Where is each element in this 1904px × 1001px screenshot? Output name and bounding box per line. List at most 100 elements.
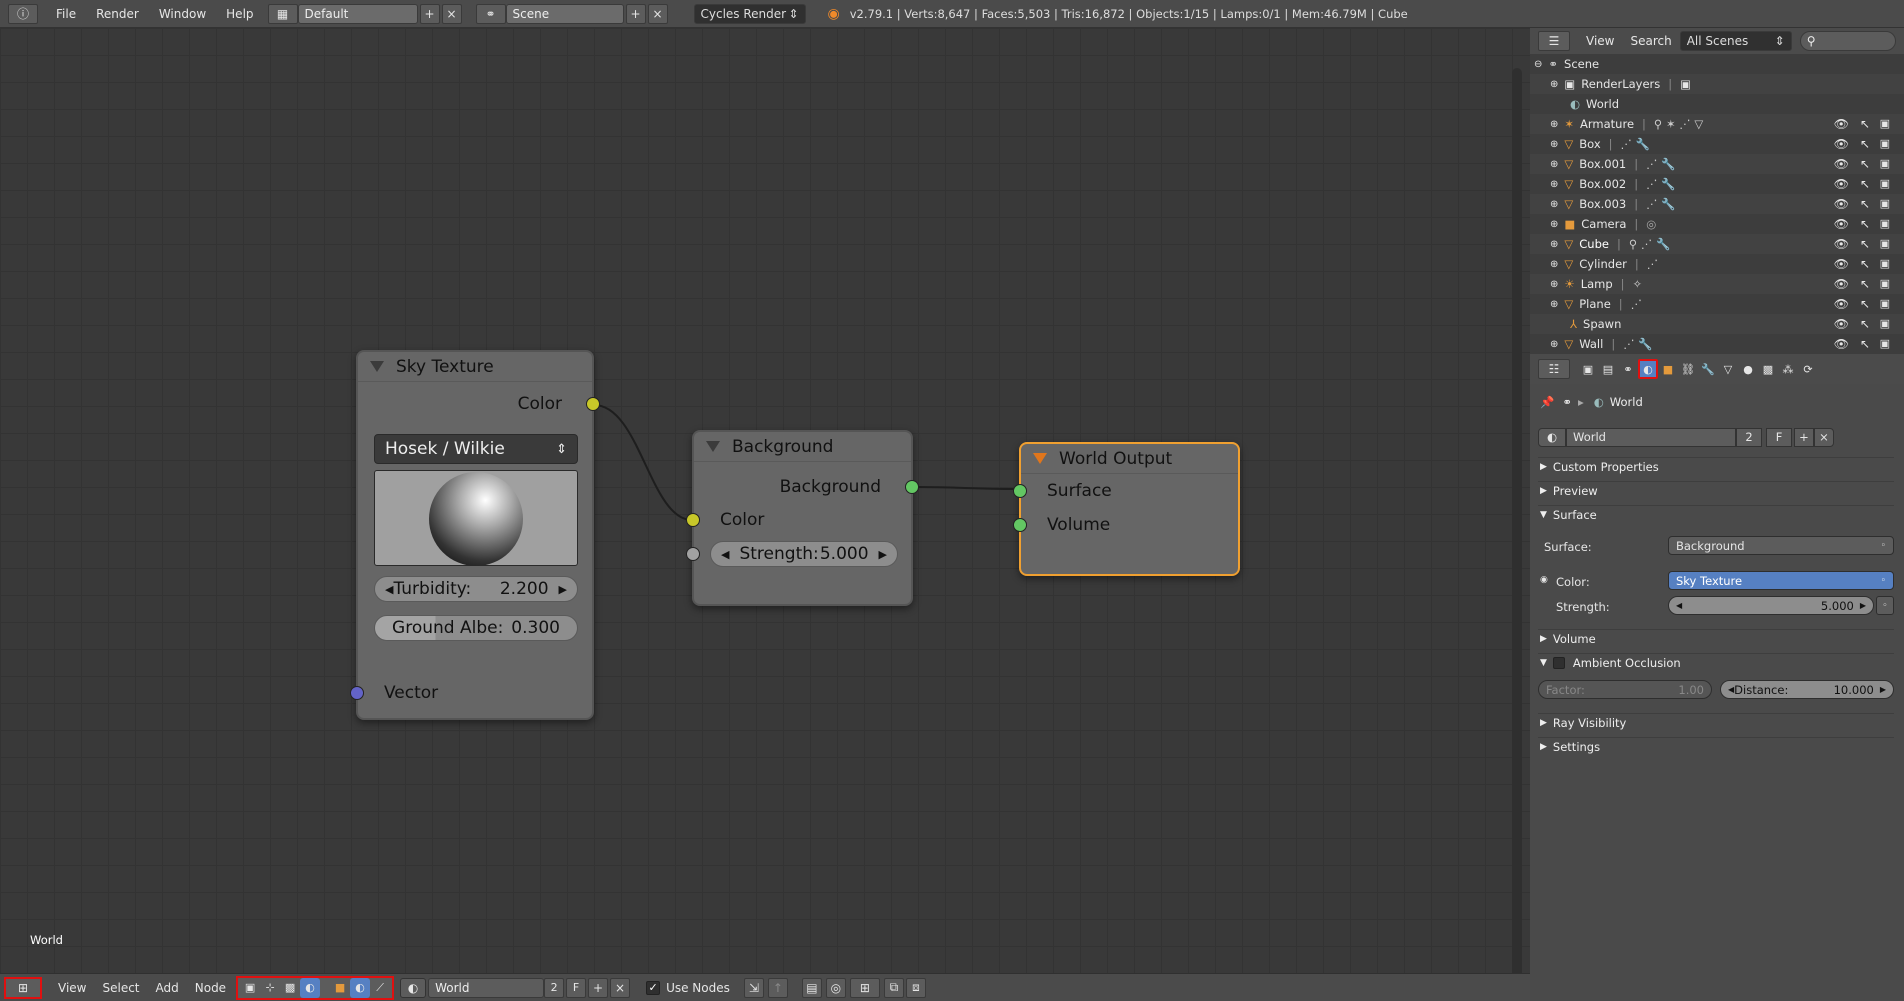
expand-icon[interactable]: ⊕ xyxy=(1550,279,1558,290)
outliner-row-box[interactable]: ⊕ ▽ Box | ⋰ 🔧 👁 ↖ ▣ xyxy=(1530,134,1904,154)
data-tab-icon[interactable]: ▽ xyxy=(1718,359,1738,379)
unlink-world-icon[interactable]: × xyxy=(1814,427,1834,447)
remove-layout-icon[interactable]: × xyxy=(441,3,462,24)
increment-arrow-icon[interactable]: ▶ xyxy=(1880,685,1886,694)
outliner-row-box001[interactable]: ⊕ ▽ Box.001 | ⋰ 🔧 👁 ↖ ▣ xyxy=(1530,154,1904,174)
render-camera-icon[interactable]: ▣ xyxy=(1880,277,1890,290)
selectable-cursor-icon[interactable]: ↖ xyxy=(1860,297,1870,311)
copy-icon[interactable]: ⧉ xyxy=(883,977,904,998)
new-world-icon[interactable]: + xyxy=(1794,427,1814,447)
selectable-cursor-icon[interactable]: ↖ xyxy=(1860,137,1870,151)
panel-ambient-occlusion[interactable]: ▼ Ambient Occlusion xyxy=(1540,653,1892,673)
visibility-eye-icon[interactable]: 👁 xyxy=(1834,177,1849,191)
panel-custom-properties[interactable]: ▶ Custom Properties xyxy=(1540,457,1892,477)
outliner-row-wall[interactable]: ⊕ ▽ Wall | ⋰ 🔧 👁 ↖ ▣ xyxy=(1530,334,1904,354)
selectable-cursor-icon[interactable]: ↖ xyxy=(1860,277,1870,291)
visibility-eye-icon[interactable]: 👁 xyxy=(1834,217,1849,231)
sky-node-header[interactable]: Sky Texture xyxy=(358,352,592,382)
increment-arrow-icon[interactable]: ▶ xyxy=(559,583,567,596)
add-layout-icon[interactable]: + xyxy=(419,3,440,24)
render-camera-icon[interactable]: ▣ xyxy=(1880,257,1890,270)
world-shader-icon[interactable]: ◐ xyxy=(300,977,321,998)
outliner-row-cube[interactable]: ⊕ ▽ Cube | ⚲ ⋰ 🔧 👁 ↖ ▣ xyxy=(1530,234,1904,254)
modifiers-tab-icon[interactable]: 🔧 xyxy=(1698,359,1718,379)
expand-icon[interactable]: ⊕ xyxy=(1550,79,1558,90)
world-browse-icon[interactable]: ◐ xyxy=(400,977,427,998)
expand-icon[interactable]: ⊕ xyxy=(1550,139,1558,150)
ambient-occlusion-checkbox[interactable] xyxy=(1552,657,1565,669)
scene-icon[interactable]: ⚭ xyxy=(475,3,506,24)
parent-icon[interactable]: ↑ xyxy=(767,977,788,998)
visibility-eye-icon[interactable]: 👁 xyxy=(1834,317,1849,331)
color-socket-icon[interactable]: ◉ xyxy=(1540,575,1548,585)
render-camera-icon[interactable]: ▣ xyxy=(1880,137,1890,150)
vertical-scrollbar[interactable] xyxy=(1512,68,1522,978)
render-camera-icon[interactable]: ▣ xyxy=(1880,157,1890,170)
render-camera-icon[interactable]: ▣ xyxy=(1880,117,1890,130)
visibility-eye-icon[interactable]: 👁 xyxy=(1834,337,1849,351)
strength-slider[interactable]: ◀ 5.000 ▶ xyxy=(1668,596,1874,615)
snap-icon[interactable]: ◎ xyxy=(825,977,846,998)
strength-link-icon[interactable]: ◦ xyxy=(1876,596,1894,615)
turbidity-field[interactable]: ◀ Turbidity: 2.200 ▶ xyxy=(374,576,578,602)
outliner-row-spawn[interactable]: ⅄ Spawn 👁 ↖ ▣ xyxy=(1530,314,1904,334)
line-style-icon[interactable]: ⟋ xyxy=(370,978,390,998)
outliner-search-input[interactable]: ⚲ xyxy=(1799,31,1896,51)
increment-arrow-icon[interactable]: ▶ xyxy=(879,548,887,561)
menu-help[interactable]: Help xyxy=(216,4,263,24)
add-scene-icon[interactable]: + xyxy=(625,3,646,24)
selectable-cursor-icon[interactable]: ↖ xyxy=(1860,337,1870,351)
outliner-row-cylinder[interactable]: ⊕ ▽ Cylinder | ⋰ 👁 ↖ ▣ xyxy=(1530,254,1904,274)
render-tab-icon[interactable]: ▣ xyxy=(1578,359,1598,379)
compositing-icon[interactable]: ⊹ xyxy=(260,978,280,998)
sky-model-dropdown[interactable]: Hosek / Wilkie ⇕ xyxy=(374,434,578,464)
material-tab-icon[interactable]: ● xyxy=(1738,359,1758,379)
texture-icon[interactable]: ▩ xyxy=(280,978,300,998)
background-color-input-socket[interactable] xyxy=(686,513,700,527)
layout-grid-icon[interactable]: ▦ xyxy=(267,3,298,24)
background-strength-field[interactable]: ◀ Strength: 5.000 ▶ xyxy=(710,541,898,567)
display-mode-dropdown[interactable]: All Scenes ⇕ xyxy=(1679,31,1792,51)
visibility-eye-icon[interactable]: 👁 xyxy=(1834,297,1849,311)
selectable-cursor-icon[interactable]: ↖ xyxy=(1860,237,1870,251)
background-node-header[interactable]: Background xyxy=(694,432,911,462)
panel-surface[interactable]: ▼ Surface xyxy=(1540,505,1892,525)
expand-icon[interactable]: ⊕ xyxy=(1550,299,1558,310)
expand-icon[interactable]: ⊕ xyxy=(1550,219,1558,230)
outliner-row-armature[interactable]: ⊕ ✶ Armature | ⚲ ✶ ⋰ ▽ 👁 ↖ ▣ xyxy=(1530,114,1904,134)
remove-scene-icon[interactable]: × xyxy=(647,3,668,24)
background-strength-input-socket[interactable] xyxy=(686,547,700,561)
editor-type-outliner-icon[interactable]: ☰ xyxy=(1538,31,1570,51)
output-node-header[interactable]: World Output xyxy=(1021,444,1238,474)
outliner-row-box003[interactable]: ⊕ ▽ Box.003 | ⋰ 🔧 👁 ↖ ▣ xyxy=(1530,194,1904,214)
physics-tab-icon[interactable]: ⟳ xyxy=(1798,359,1818,379)
outliner-row-world[interactable]: ◐ World xyxy=(1530,94,1904,114)
visibility-eye-icon[interactable]: 👁 xyxy=(1834,257,1849,271)
selectable-cursor-icon[interactable]: ↖ xyxy=(1860,217,1870,231)
selectable-cursor-icon[interactable]: ↖ xyxy=(1860,177,1870,191)
outliner-row-renderlayers[interactable]: ⊕ ▣ RenderLayers | ▣ xyxy=(1530,74,1904,94)
render-camera-icon[interactable]: ▣ xyxy=(1880,337,1890,350)
menu-select[interactable]: Select xyxy=(94,981,147,995)
world-tab-icon[interactable]: ◐ xyxy=(1638,359,1658,379)
surface-shader-dropdown[interactable]: Background ◦ xyxy=(1668,536,1894,555)
object-shader-icon[interactable]: ▣ xyxy=(240,978,260,998)
expand-icon[interactable]: ⊕ xyxy=(1550,239,1558,250)
snap-element-icon[interactable]: ⊞ xyxy=(849,977,880,998)
backdrop-icon[interactable]: ▤ xyxy=(801,977,822,998)
visibility-eye-icon[interactable]: 👁 xyxy=(1834,277,1849,291)
world-output-node[interactable]: World Output Surface Volume xyxy=(1013,442,1240,576)
outliner-menu-view[interactable]: View xyxy=(1578,34,1622,48)
selectable-cursor-icon[interactable]: ↖ xyxy=(1860,197,1870,211)
expand-icon[interactable]: ⊕ xyxy=(1550,119,1558,130)
object-data-icon[interactable]: ■ xyxy=(330,978,350,998)
visibility-eye-icon[interactable]: 👁 xyxy=(1834,237,1849,251)
menu-window[interactable]: Window xyxy=(149,4,216,24)
expand-icon[interactable]: ⊕ xyxy=(1550,339,1558,350)
render-camera-icon[interactable]: ▣ xyxy=(1880,177,1890,190)
node-editor[interactable]: Sky Texture Color Hosek / Wilkie ⇕ ◀ Tur… xyxy=(0,28,1530,993)
fake-user-button[interactable]: F xyxy=(1766,427,1792,447)
expand-icon[interactable]: ⊕ xyxy=(1550,199,1558,210)
menu-view[interactable]: View xyxy=(50,981,94,995)
render-camera-icon[interactable]: ▣ xyxy=(1880,317,1890,330)
